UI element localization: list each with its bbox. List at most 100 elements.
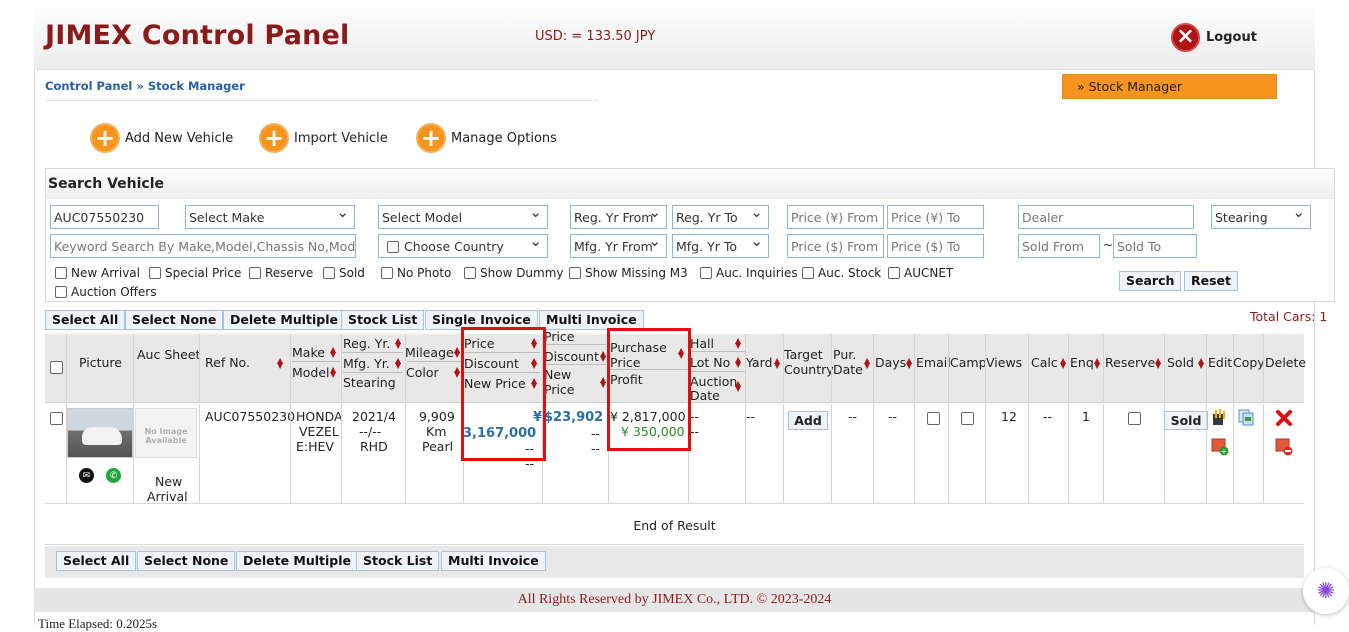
checkbox-box[interactable] <box>55 267 67 279</box>
col-ref-no[interactable]: Ref No. <box>205 355 250 370</box>
reset-button[interactable]: Reset <box>1184 271 1238 291</box>
price-usd-to-input[interactable]: Price ($) To <box>887 234 984 258</box>
add-vehicle-button[interactable]: + Add New Vehicle <box>90 123 233 153</box>
auction-offers-checkbox[interactable]: Auction Offers <box>55 285 157 299</box>
sort-icon[interactable] <box>330 347 336 357</box>
sort-icon[interactable] <box>735 357 741 367</box>
col-price-usd[interactable]: Price <box>544 329 575 344</box>
checkbox-box[interactable] <box>802 267 814 279</box>
col-days[interactable]: Days <box>875 355 906 370</box>
reserve-checkbox[interactable] <box>1128 412 1141 425</box>
brain-extension-icon[interactable]: ✺ <box>1303 568 1349 614</box>
col-mileage[interactable]: Mileage <box>405 345 454 360</box>
show-missing-checkbox[interactable]: Show Missing M3 <box>569 266 688 280</box>
sold-checkbox[interactable]: Sold <box>323 266 365 280</box>
breadcrumb-root[interactable]: Control Panel <box>45 79 132 93</box>
select-all-button[interactable]: Select All <box>45 310 126 330</box>
checkbox-box[interactable] <box>464 267 476 279</box>
col-pur-date-a[interactable]: Pur. <box>833 347 856 362</box>
col-enq[interactable]: Enq <box>1070 355 1094 370</box>
sort-icon[interactable] <box>735 381 741 391</box>
sold-from-input[interactable]: Sold From <box>1018 234 1100 258</box>
stock-list-button-bottom[interactable]: Stock List <box>356 551 440 571</box>
sort-icon[interactable] <box>600 351 606 361</box>
sort-icon[interactable] <box>774 358 780 368</box>
auc-inquiries-checkbox[interactable]: Auc. Inquiries <box>700 266 798 280</box>
remove-image-icon[interactable] <box>1275 438 1293 456</box>
vehicle-photo[interactable] <box>67 408 133 458</box>
mfg-year-from-select[interactable]: Mfg. Yr From <box>570 234 667 258</box>
new-arrival-checkbox[interactable]: New Arrival <box>55 266 140 280</box>
col-pur-date-b[interactable]: Date <box>833 362 863 377</box>
camp-checkbox[interactable] <box>961 412 974 425</box>
copy-icon[interactable] <box>1237 408 1255 426</box>
keyword-search-input[interactable]: Keyword Search By Make,Model,Chassis No,… <box>50 234 356 258</box>
breadcrumb-current[interactable]: Stock Manager <box>148 79 245 93</box>
sort-icon[interactable] <box>330 367 336 377</box>
col-reserve[interactable]: Reserve <box>1105 355 1155 370</box>
col-auction-date-b[interactable]: Date <box>690 388 720 403</box>
price-usd-from-input[interactable]: Price ($) From <box>787 234 884 258</box>
reg-year-to-select[interactable]: Reg. Yr To <box>672 205 769 229</box>
col-reg-yr[interactable]: Reg. Yr. <box>343 336 390 351</box>
no-photo-checkbox[interactable]: No Photo <box>381 266 451 280</box>
delete-multiple-button-bottom[interactable]: Delete Multiple <box>236 551 359 571</box>
sort-icon[interactable] <box>864 358 870 368</box>
aucnet-checkbox[interactable]: AUCNET <box>888 266 953 280</box>
auction-sheet-placeholder[interactable]: No Image Available <box>135 408 197 458</box>
sort-icon[interactable] <box>395 338 401 348</box>
col-yard[interactable]: Yard <box>746 355 772 370</box>
sort-icon[interactable] <box>1060 358 1066 368</box>
row-checkbox[interactable] <box>50 412 63 425</box>
mfg-year-to-select[interactable]: Mfg. Yr To <box>672 234 769 258</box>
stock-list-button[interactable]: Stock List <box>341 310 425 330</box>
sort-icon[interactable] <box>454 367 460 377</box>
col-calc[interactable]: Calc <box>1031 355 1058 370</box>
select-all-button-bottom[interactable]: Select All <box>56 551 137 571</box>
ref-no[interactable]: AUC07550230 <box>205 409 295 424</box>
delete-icon[interactable] <box>1275 409 1293 427</box>
model-select[interactable]: Select Model <box>378 205 548 229</box>
checkbox-box[interactable] <box>249 267 261 279</box>
select-none-button-bottom[interactable]: Select None <box>137 551 236 571</box>
sort-icon[interactable] <box>277 358 283 368</box>
price-yen-to-input[interactable]: Price (¥) To <box>887 205 984 229</box>
reserve-checkbox[interactable]: Reserve <box>249 266 313 280</box>
select-all-checkbox[interactable] <box>50 361 63 374</box>
add-image-icon[interactable]: + <box>1211 438 1229 456</box>
country-checkbox[interactable] <box>387 241 399 253</box>
col-discount-usd[interactable]: Discount <box>544 349 599 364</box>
sort-icon[interactable] <box>395 358 401 368</box>
col-mfg-yr[interactable]: Mfg. Yr. <box>343 356 390 371</box>
sort-icon[interactable] <box>906 358 912 368</box>
manage-options-button[interactable]: + Manage Options <box>416 123 557 153</box>
checkbox-box[interactable] <box>569 267 581 279</box>
sold-to-input[interactable]: Sold To <box>1113 234 1197 258</box>
sort-icon[interactable] <box>1094 358 1100 368</box>
select-none-button[interactable]: Select None <box>125 310 224 330</box>
sort-icon[interactable] <box>1198 358 1204 368</box>
sort-icon[interactable] <box>1155 358 1161 368</box>
email-checkbox[interactable] <box>927 412 940 425</box>
whatsapp-icon[interactable]: ✆ <box>106 468 121 483</box>
checkbox-box[interactable] <box>55 286 67 298</box>
make-select[interactable]: Select Make <box>185 205 355 229</box>
reg-year-from-select[interactable]: Reg. Yr From <box>570 205 667 229</box>
sort-icon[interactable] <box>454 347 460 357</box>
col-sold[interactable]: Sold <box>1167 355 1194 370</box>
import-vehicle-button[interactable]: + Import Vehicle <box>259 123 388 153</box>
checkbox-box[interactable] <box>700 267 712 279</box>
checkbox-box[interactable] <box>888 267 900 279</box>
mail-icon[interactable]: ✉ <box>79 468 94 483</box>
sort-icon[interactable] <box>735 338 741 348</box>
checkbox-box[interactable] <box>149 267 161 279</box>
sold-button[interactable]: Sold <box>1164 411 1208 430</box>
col-new-price-usd-b[interactable]: Price <box>544 382 575 397</box>
multi-invoice-button[interactable]: Multi Invoice <box>539 310 644 330</box>
multi-invoice-button-bottom[interactable]: Multi Invoice <box>441 551 546 571</box>
col-model[interactable]: Model <box>292 365 330 380</box>
logout-button[interactable]: × Logout <box>1171 22 1257 52</box>
checkbox-box[interactable] <box>323 267 335 279</box>
col-make[interactable]: Make <box>292 345 325 360</box>
search-button[interactable]: Search <box>1119 271 1182 291</box>
